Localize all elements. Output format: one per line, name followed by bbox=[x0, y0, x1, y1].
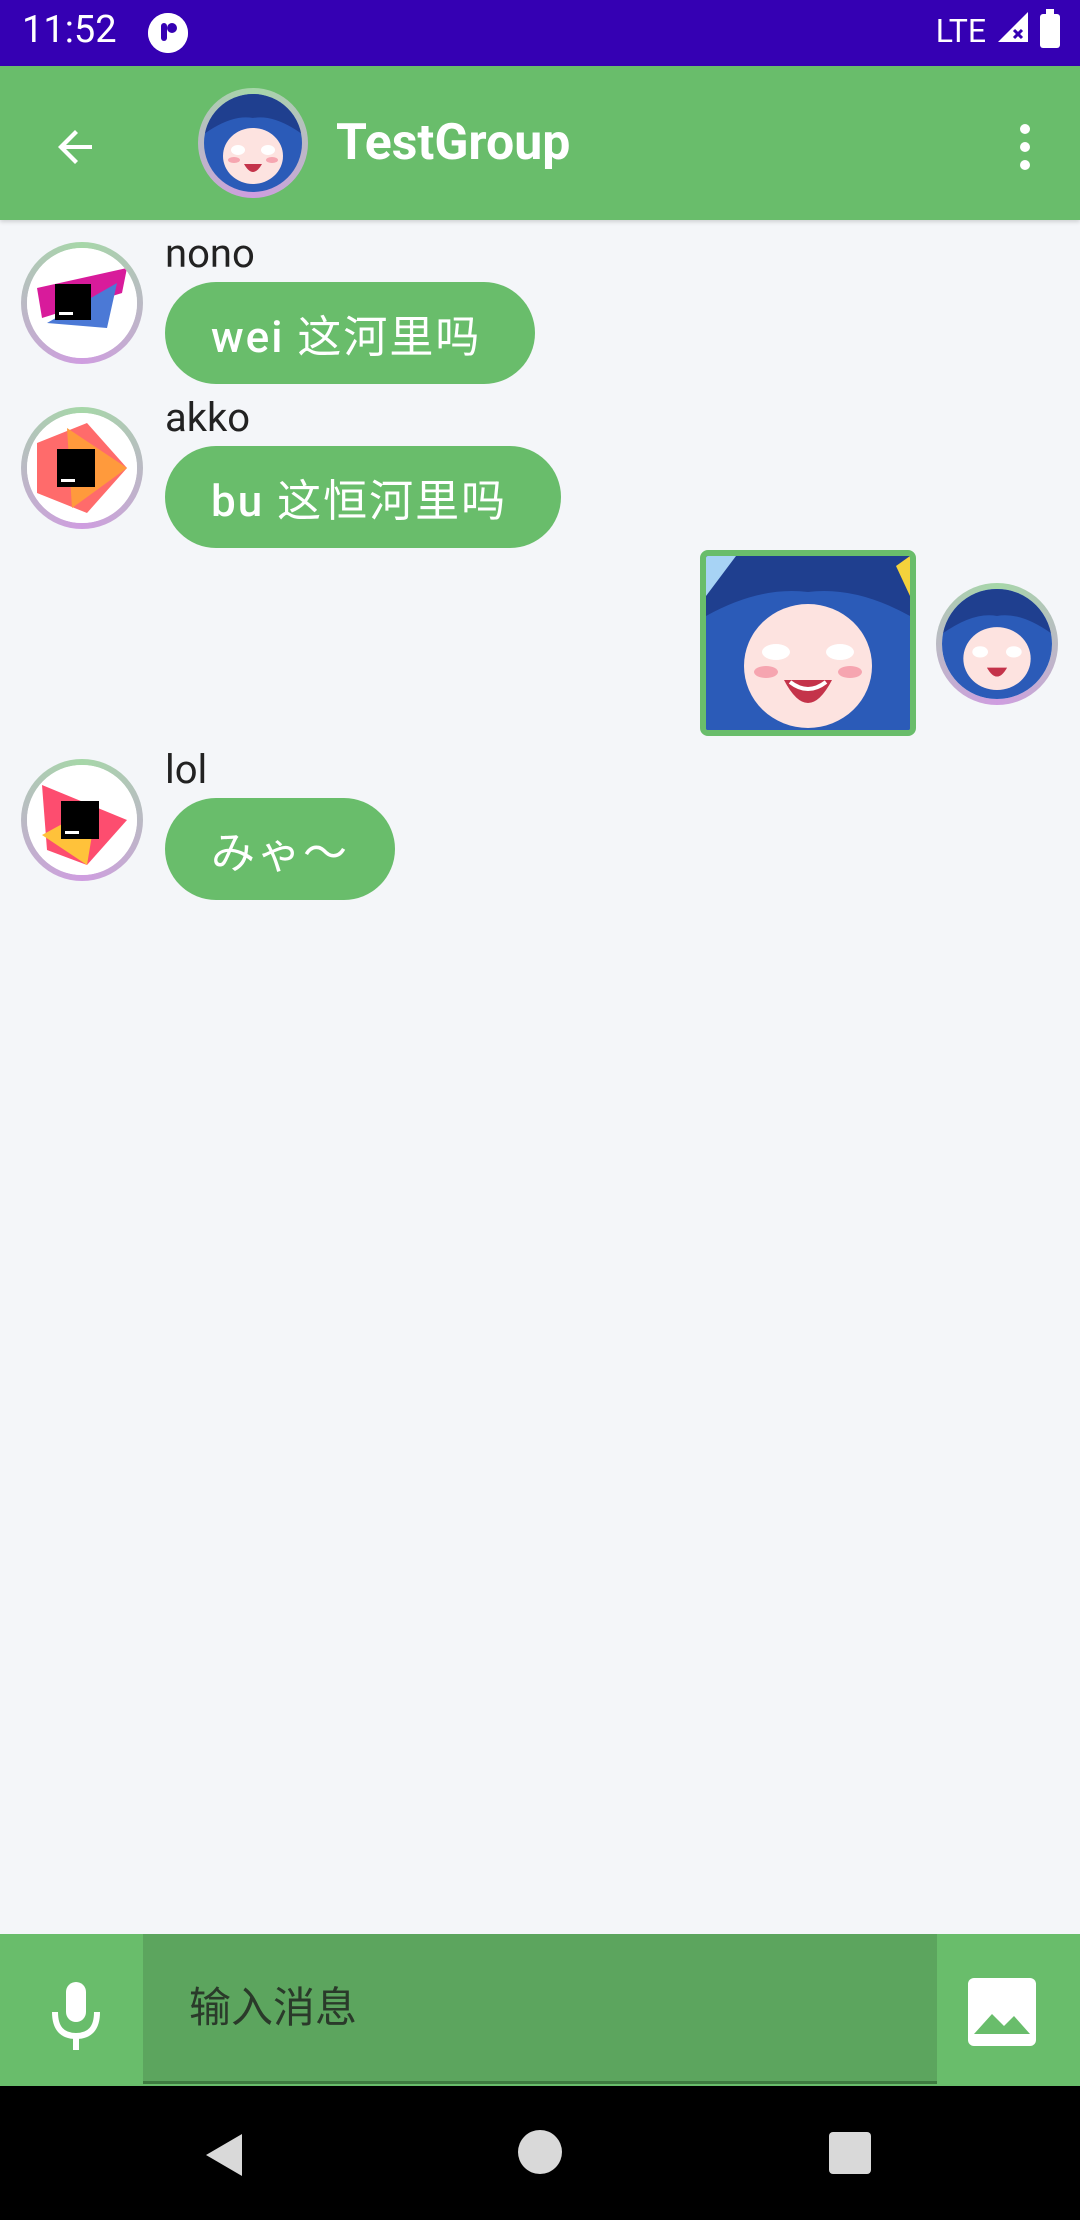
battery-icon bbox=[1040, 9, 1060, 48]
voice-button[interactable] bbox=[38, 1978, 114, 2054]
system-nav-bar bbox=[0, 2086, 1080, 2220]
status-right: LTE bbox=[935, 9, 1060, 52]
sender-avatar[interactable] bbox=[21, 407, 143, 529]
sender-avatar[interactable] bbox=[21, 242, 143, 364]
image-icon bbox=[968, 1978, 1036, 2046]
message-input[interactable] bbox=[143, 1934, 937, 2084]
image-message[interactable] bbox=[700, 550, 916, 736]
message-bubble[interactable]: wei 这河里吗 bbox=[165, 282, 535, 384]
nav-home-icon[interactable] bbox=[518, 2130, 562, 2174]
sender-name: nono bbox=[165, 230, 255, 277]
back-arrow-icon bbox=[58, 130, 92, 164]
notification-icon bbox=[148, 13, 188, 53]
sender-name: akko bbox=[165, 394, 251, 441]
jetbrains-logo-icon bbox=[27, 248, 137, 358]
chat-list[interactable]: nono wei 这河里吗 akko bu 这恒河里吗 lol みゃ〜 bbox=[0, 220, 1080, 1934]
back-button[interactable] bbox=[38, 109, 114, 185]
nav-recents-icon[interactable] bbox=[829, 2132, 871, 2174]
send-image-button[interactable] bbox=[966, 1976, 1038, 2048]
group-avatar[interactable] bbox=[198, 88, 308, 198]
jetbrains-logo-icon bbox=[27, 765, 137, 875]
anime-sticker-image bbox=[706, 556, 910, 730]
message-bubble[interactable]: みゃ〜 bbox=[165, 798, 395, 900]
group-title: TestGroup bbox=[336, 114, 571, 172]
status-bar: 11:52 LTE bbox=[0, 0, 1080, 66]
mic-icon bbox=[52, 1982, 100, 2050]
input-bar bbox=[0, 1934, 1080, 2086]
message-bubble[interactable]: bu 这恒河里吗 bbox=[165, 446, 561, 548]
app-bar: TestGroup bbox=[0, 66, 1080, 220]
more-options-button[interactable] bbox=[990, 112, 1060, 182]
anime-avatar-image bbox=[204, 94, 302, 192]
network-label: LTE bbox=[935, 12, 986, 50]
anime-avatar-image bbox=[942, 589, 1052, 699]
nav-back-icon[interactable] bbox=[200, 2130, 250, 2180]
jetbrains-logo-icon bbox=[27, 413, 137, 523]
sender-name: lol bbox=[165, 746, 208, 793]
own-avatar[interactable] bbox=[936, 583, 1058, 705]
sender-avatar[interactable] bbox=[21, 759, 143, 881]
status-time: 11:52 bbox=[22, 8, 117, 52]
signal-icon bbox=[996, 10, 1030, 52]
more-vert-icon bbox=[1020, 124, 1030, 170]
